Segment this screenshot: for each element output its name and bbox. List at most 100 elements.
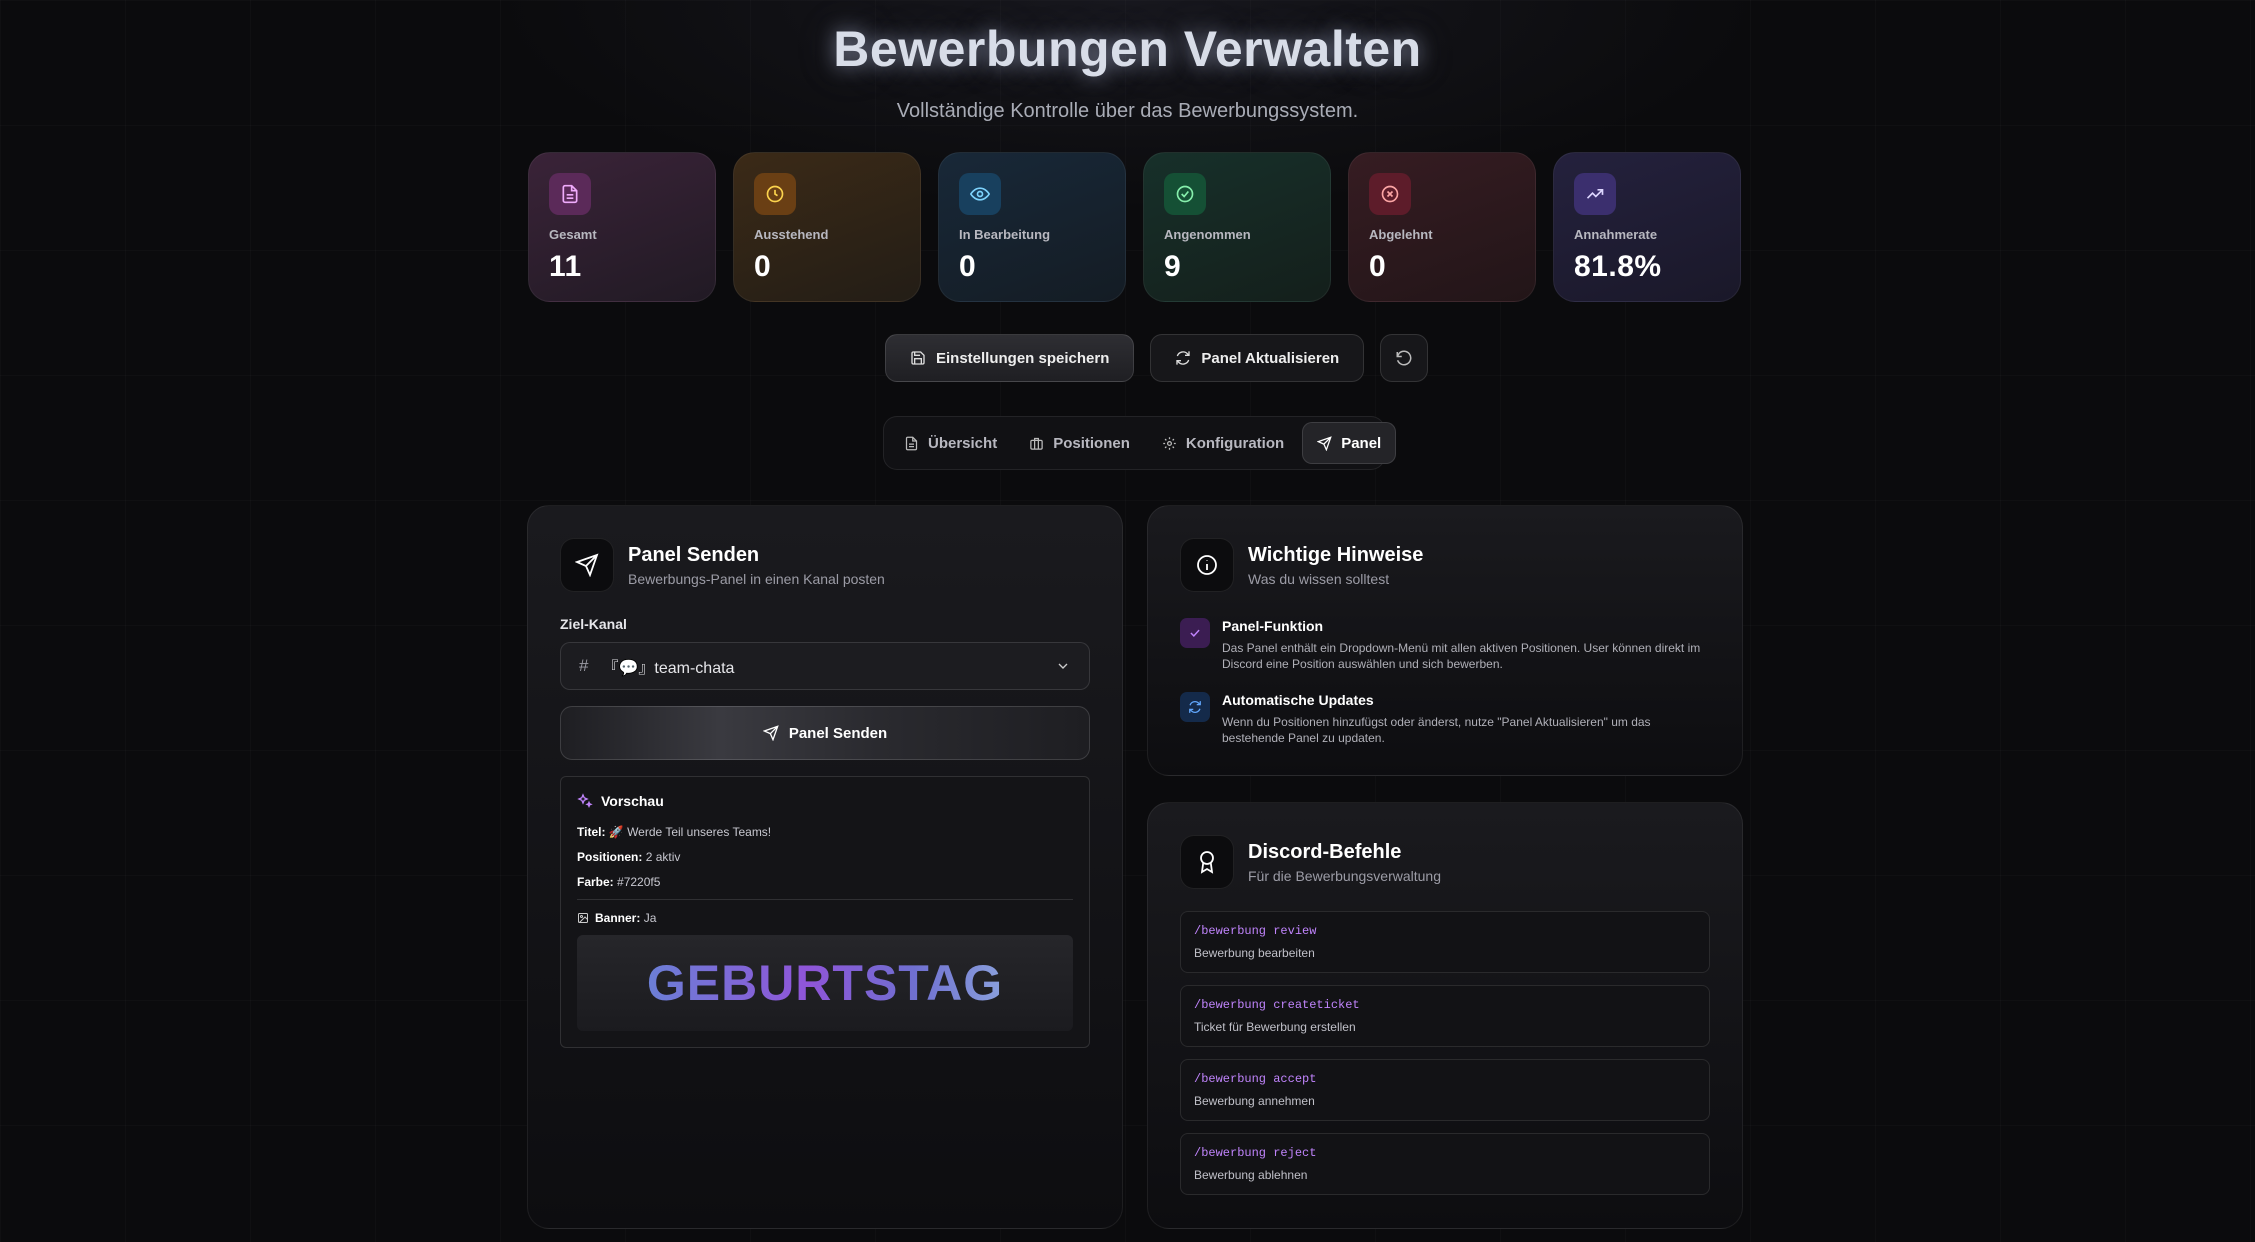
preview-box: Vorschau Titel: 🚀 Werde Teil unseres Tea… <box>560 776 1090 1048</box>
rotate-ccw-icon <box>1396 350 1412 366</box>
preview-color-row: Farbe: #7220f5 <box>577 875 1073 889</box>
command-item: /bewerbung createticket Ticket für Bewer… <box>1180 985 1710 1047</box>
send-icon <box>762 725 779 741</box>
award-icon <box>1180 835 1234 889</box>
hash-icon: # <box>579 656 589 675</box>
stat-value: 81.8% <box>1574 250 1662 283</box>
page-subtitle: Vollständige Kontrolle über das Bewerbun… <box>896 100 1359 122</box>
command-description: Bewerbung bearbeiten <box>1194 946 1315 960</box>
stat-card-total: Gesamt 11 <box>528 152 716 302</box>
divider <box>577 899 1073 900</box>
stat-card-pending: Ausstehend 0 <box>733 152 921 302</box>
trending-up-icon <box>1574 173 1616 215</box>
stat-label: Ausstehend <box>754 227 829 242</box>
check-circle-icon <box>1164 173 1206 215</box>
stat-card-accepted: Angenommen 9 <box>1143 152 1331 302</box>
stat-card-in-progress: In Bearbeitung 0 <box>938 152 1126 302</box>
hint-title: Panel-Funktion <box>1222 618 1324 634</box>
panel-send-card: Panel Senden Bewerbungs-Panel in einen K… <box>527 505 1123 1229</box>
tab-configuration[interactable]: Konfiguration <box>1148 422 1298 464</box>
action-bar: Einstellungen speichern Panel Aktualisie… <box>885 334 1429 382</box>
hint-item: Automatische Updates Wenn du Positionen … <box>1180 692 1710 746</box>
info-icon <box>1180 538 1234 592</box>
card-title: Wichtige Hinweise <box>1248 543 1424 566</box>
check-icon <box>1180 618 1210 648</box>
save-icon <box>911 351 925 365</box>
hint-text: Wenn du Positionen hinzufügst oder änder… <box>1222 715 1651 745</box>
stat-label: Abgelehnt <box>1369 227 1433 242</box>
command-name: /bewerbung reject <box>1194 1146 1317 1160</box>
sparkles-icon <box>577 793 593 809</box>
stat-value: 0 <box>1369 250 1387 283</box>
x-circle-icon <box>1369 173 1411 215</box>
preview-title-label: Titel: <box>577 825 606 839</box>
hint-item: Panel-Funktion Das Panel enthält ein Dro… <box>1180 618 1710 672</box>
stats-row: Gesamt 11 Ausstehend 0 In Bearbeitung 0 … <box>528 152 1741 302</box>
reset-button[interactable] <box>1380 334 1429 382</box>
image-icon <box>578 913 588 923</box>
document-icon <box>905 436 918 450</box>
command-item: /bewerbung accept Bewerbung annehmen <box>1180 1059 1710 1121</box>
refresh-panel-label: Panel Aktualisieren <box>1201 349 1340 367</box>
stat-card-rejected: Abgelehnt 0 <box>1348 152 1536 302</box>
document-icon <box>549 173 591 215</box>
banner-text: GEBURTSTAG <box>646 955 1004 1011</box>
save-settings-label: Einstellungen speichern <box>936 349 1110 367</box>
stat-value: 11 <box>549 250 582 283</box>
tab-panel[interactable]: Panel <box>1302 422 1397 464</box>
preview-heading: Vorschau <box>601 793 664 809</box>
stat-label: Annahmerate <box>1574 227 1658 242</box>
send-icon <box>560 538 614 592</box>
eye-icon <box>959 173 1001 215</box>
refresh-panel-button[interactable]: Panel Aktualisieren <box>1150 334 1365 382</box>
tab-positions[interactable]: Positionen <box>1015 422 1144 464</box>
card-title: Panel Senden <box>628 543 760 566</box>
page-header: Bewerbungen Verwalten Vollständige Kontr… <box>0 20 2255 123</box>
stat-value: 9 <box>1164 250 1182 283</box>
card-subtitle: Was du wissen solltest <box>1248 570 1390 587</box>
clock-icon <box>754 173 796 215</box>
tab-label: Konfiguration <box>1185 434 1285 452</box>
hint-title: Automatische Updates <box>1222 692 1374 708</box>
channel-value: 『💬』team-chata <box>602 660 735 677</box>
preview-banner-value: Ja <box>643 911 657 925</box>
preview-title-row: Titel: 🚀 Werde Teil unseres Teams! <box>577 825 1073 839</box>
briefcase-icon <box>1030 437 1043 450</box>
stat-label: Gesamt <box>549 227 597 242</box>
chevron-down-icon <box>1058 663 1068 669</box>
command-item: /bewerbung review Bewerbung bearbeiten <box>1180 911 1710 973</box>
card-subtitle: Bewerbungs-Panel in einen Kanal posten <box>628 570 885 587</box>
stat-card-acceptance-rate: Annahmerate 81.8% <box>1553 152 1741 302</box>
preview-positions-value: 2 aktiv <box>645 850 681 864</box>
stat-label: In Bearbeitung <box>959 227 1051 242</box>
stat-value: 0 <box>959 250 977 283</box>
card-subtitle: Für die Bewerbungsverwaltung <box>1248 867 1441 884</box>
commands-card: Discord-Befehle Für die Bewerbungsverwal… <box>1147 802 1743 1229</box>
preview-banner-label: Banner: <box>595 911 641 925</box>
send-panel-label: Panel Senden <box>788 724 888 742</box>
preview-positions-label: Positionen: <box>577 850 643 864</box>
command-description: Ticket für Bewerbung erstellen <box>1194 1020 1356 1034</box>
send-panel-button[interactable]: Panel Senden <box>560 706 1090 760</box>
tab-overview[interactable]: Übersicht <box>890 422 1011 464</box>
save-settings-button[interactable]: Einstellungen speichern <box>885 334 1135 382</box>
stat-label: Angenommen <box>1164 227 1251 242</box>
tab-label: Panel <box>1341 434 1382 452</box>
tab-bar: Übersicht Positionen Konfiguration Panel <box>883 416 1397 470</box>
preview-title-value: 🚀 Werde Teil unseres Teams! <box>608 825 772 839</box>
command-name: /bewerbung createticket <box>1194 998 1360 1012</box>
send-icon <box>1317 435 1332 451</box>
preview-banner-row: Banner: Ja <box>577 911 1073 925</box>
banner-image: GEBURTSTAG <box>577 935 1073 1031</box>
channel-select[interactable]: # 『💬』team-chata <box>560 642 1090 690</box>
page-title: Bewerbungen Verwalten <box>833 21 1422 77</box>
refresh-icon <box>1180 692 1210 722</box>
tab-label: Positionen <box>1053 434 1130 452</box>
hints-card: Wichtige Hinweise Was du wissen solltest… <box>1147 505 1743 776</box>
preview-positions-row: Positionen: 2 aktiv <box>577 850 1073 864</box>
card-title: Discord-Befehle <box>1248 840 1402 863</box>
command-description: Bewerbung ablehnen <box>1194 1168 1308 1182</box>
hint-text: Das Panel enthält ein Dropdown-Menü mit … <box>1222 641 1701 671</box>
preview-color-label: Farbe: <box>577 875 614 889</box>
command-name: /bewerbung accept <box>1194 1072 1317 1086</box>
